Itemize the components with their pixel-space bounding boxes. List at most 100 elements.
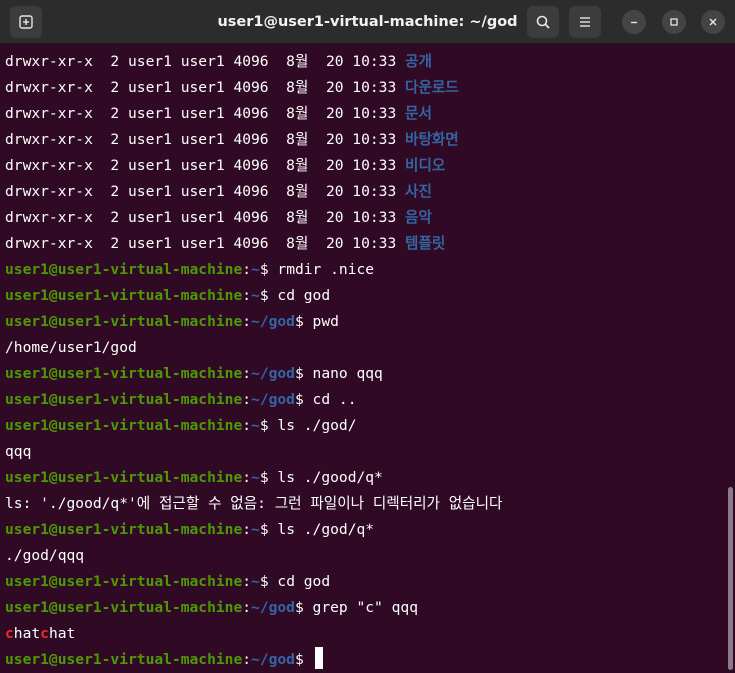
prompt-user-host: user1@user1-virtual-machine (5, 599, 243, 616)
listing-row: drwxr-xr-x 2 user1 user1 4096 8월 20 10:3… (5, 153, 445, 179)
minimize-button[interactable] (622, 10, 646, 34)
listing-row: drwxr-xr-x 2 user1 user1 4096 8월 20 10:3… (5, 231, 445, 257)
prompt-path: ~ (251, 287, 260, 304)
command-text: rmdir .nice (277, 261, 375, 278)
command-line: user1@user1-virtual-machine:~$ cd god (5, 569, 330, 595)
prompt-dollar: $ (259, 417, 278, 434)
grep-text: hat (13, 625, 41, 642)
listing-perms: drwxr-xr-x 2 user1 user1 4096 8월 20 10:3… (5, 131, 406, 148)
close-button[interactable] (701, 10, 725, 34)
command-text: ls ./good/q* (277, 469, 383, 486)
prompt-dollar: $ (259, 521, 278, 538)
prompt-user-host: user1@user1-virtual-machine (5, 521, 243, 538)
directory-name: 비디오 (405, 157, 446, 174)
grep-match: c (40, 625, 49, 642)
prompt-colon: : (242, 573, 252, 590)
prompt-dollar: $ (294, 651, 313, 668)
prompt-user-host: user1@user1-virtual-machine (5, 287, 243, 304)
directory-name: 음악 (405, 209, 432, 226)
search-icon (536, 15, 550, 29)
listing-perms: drwxr-xr-x 2 user1 user1 4096 8월 20 10:3… (5, 157, 406, 174)
prompt-colon: : (242, 521, 252, 538)
grep-output-line: chatchat (5, 621, 75, 647)
command-line: user1@user1-virtual-machine:~$ ls ./good… (5, 465, 383, 491)
command-text: nano qqq (312, 365, 383, 382)
prompt-path: ~/god (251, 365, 295, 382)
prompt-path: ~/god (251, 651, 295, 668)
terminal-output[interactable]: drwxr-xr-x 2 user1 user1 4096 8월 20 10:3… (0, 44, 735, 673)
prompt-path: ~/god (251, 599, 295, 616)
prompt-colon: : (242, 391, 252, 408)
directory-name: 다운로드 (405, 79, 459, 96)
terminal-window: user1@user1-virtual-machine: ~/god drwxr… (0, 0, 735, 673)
text-cursor (314, 647, 323, 669)
prompt-colon: : (242, 651, 252, 668)
output-line: /home/user1/god (5, 339, 137, 356)
prompt-dollar: $ (294, 391, 313, 408)
listing-perms: drwxr-xr-x 2 user1 user1 4096 8월 20 10:3… (5, 79, 406, 96)
grep-text: hat (48, 625, 76, 642)
command-text: ls ./god/q* (277, 521, 375, 538)
command-line: user1@user1-virtual-machine:~/god$ pwd (5, 309, 339, 335)
prompt-user-host: user1@user1-virtual-machine (5, 261, 243, 278)
close-icon (709, 18, 717, 26)
search-button[interactable] (527, 6, 559, 38)
prompt-user-host: user1@user1-virtual-machine (5, 417, 243, 434)
prompt-user-host: user1@user1-virtual-machine (5, 391, 243, 408)
maximize-icon (670, 18, 678, 26)
prompt-dollar: $ (259, 573, 278, 590)
prompt-user-host: user1@user1-virtual-machine (5, 573, 243, 590)
prompt-path: ~ (251, 417, 260, 434)
prompt-path: ~ (251, 521, 260, 538)
command-line: user1@user1-virtual-machine:~/god$ cd .. (5, 387, 356, 413)
directory-name: 문서 (405, 105, 432, 122)
listing-perms: drwxr-xr-x 2 user1 user1 4096 8월 20 10:3… (5, 53, 406, 70)
active-prompt-line[interactable]: user1@user1-virtual-machine:~/god$ (5, 647, 323, 673)
command-line: user1@user1-virtual-machine:~/god$ grep … (5, 595, 418, 621)
directory-name: 바탕화면 (405, 131, 459, 148)
prompt-colon: : (242, 313, 252, 330)
prompt-dollar: $ (259, 287, 278, 304)
hamburger-menu-icon (580, 17, 590, 27)
prompt-user-host: user1@user1-virtual-machine (5, 651, 243, 668)
listing-row: drwxr-xr-x 2 user1 user1 4096 8월 20 10:3… (5, 205, 432, 231)
command-line: user1@user1-virtual-machine:~/god$ nano … (5, 361, 383, 387)
listing-row: drwxr-xr-x 2 user1 user1 4096 8월 20 10:3… (5, 127, 459, 153)
scrollbar-thumb[interactable] (728, 487, 733, 670)
prompt-dollar: $ (259, 469, 278, 486)
menu-button[interactable] (569, 6, 601, 38)
command-text: cd .. (312, 391, 357, 408)
prompt-path: ~/god (251, 391, 295, 408)
title-bar: user1@user1-virtual-machine: ~/god (0, 0, 735, 44)
directory-name: 공개 (405, 53, 432, 70)
new-tab-button[interactable] (10, 6, 42, 38)
output-line: ./god/qqq (5, 547, 85, 564)
output-line: qqq (5, 443, 32, 460)
command-line: user1@user1-virtual-machine:~$ rmdir .ni… (5, 257, 374, 283)
prompt-colon: : (242, 417, 252, 434)
listing-row: drwxr-xr-x 2 user1 user1 4096 8월 20 10:3… (5, 101, 432, 127)
listing-row: drwxr-xr-x 2 user1 user1 4096 8월 20 10:3… (5, 49, 432, 75)
prompt-path: ~ (251, 469, 260, 486)
prompt-path: ~/god (251, 313, 295, 330)
prompt-user-host: user1@user1-virtual-machine (5, 313, 243, 330)
command-line: user1@user1-virtual-machine:~$ ls ./god/ (5, 413, 356, 439)
directory-name: 템플릿 (405, 235, 446, 252)
command-text: cd god (277, 573, 331, 590)
command-line: user1@user1-virtual-machine:~$ cd god (5, 283, 330, 309)
prompt-user-host: user1@user1-virtual-machine (5, 365, 243, 382)
command-text: grep "c" qqq (312, 599, 418, 616)
prompt-dollar: $ (294, 313, 313, 330)
directory-name: 사진 (405, 183, 432, 200)
grep-match: c (5, 625, 14, 642)
command-line: user1@user1-virtual-machine:~$ ls ./god/… (5, 517, 374, 543)
prompt-colon: : (242, 287, 252, 304)
prompt-dollar: $ (294, 365, 313, 382)
prompt-path: ~ (251, 573, 260, 590)
minimize-icon (631, 21, 637, 24)
prompt-colon: : (242, 261, 252, 278)
prompt-dollar: $ (259, 261, 278, 278)
maximize-button[interactable] (662, 10, 686, 34)
listing-perms: drwxr-xr-x 2 user1 user1 4096 8월 20 10:3… (5, 235, 406, 252)
error-output-line: ls: './good/q*'에 접근할 수 없음: 그런 파일이나 디렉터리가… (5, 495, 503, 512)
